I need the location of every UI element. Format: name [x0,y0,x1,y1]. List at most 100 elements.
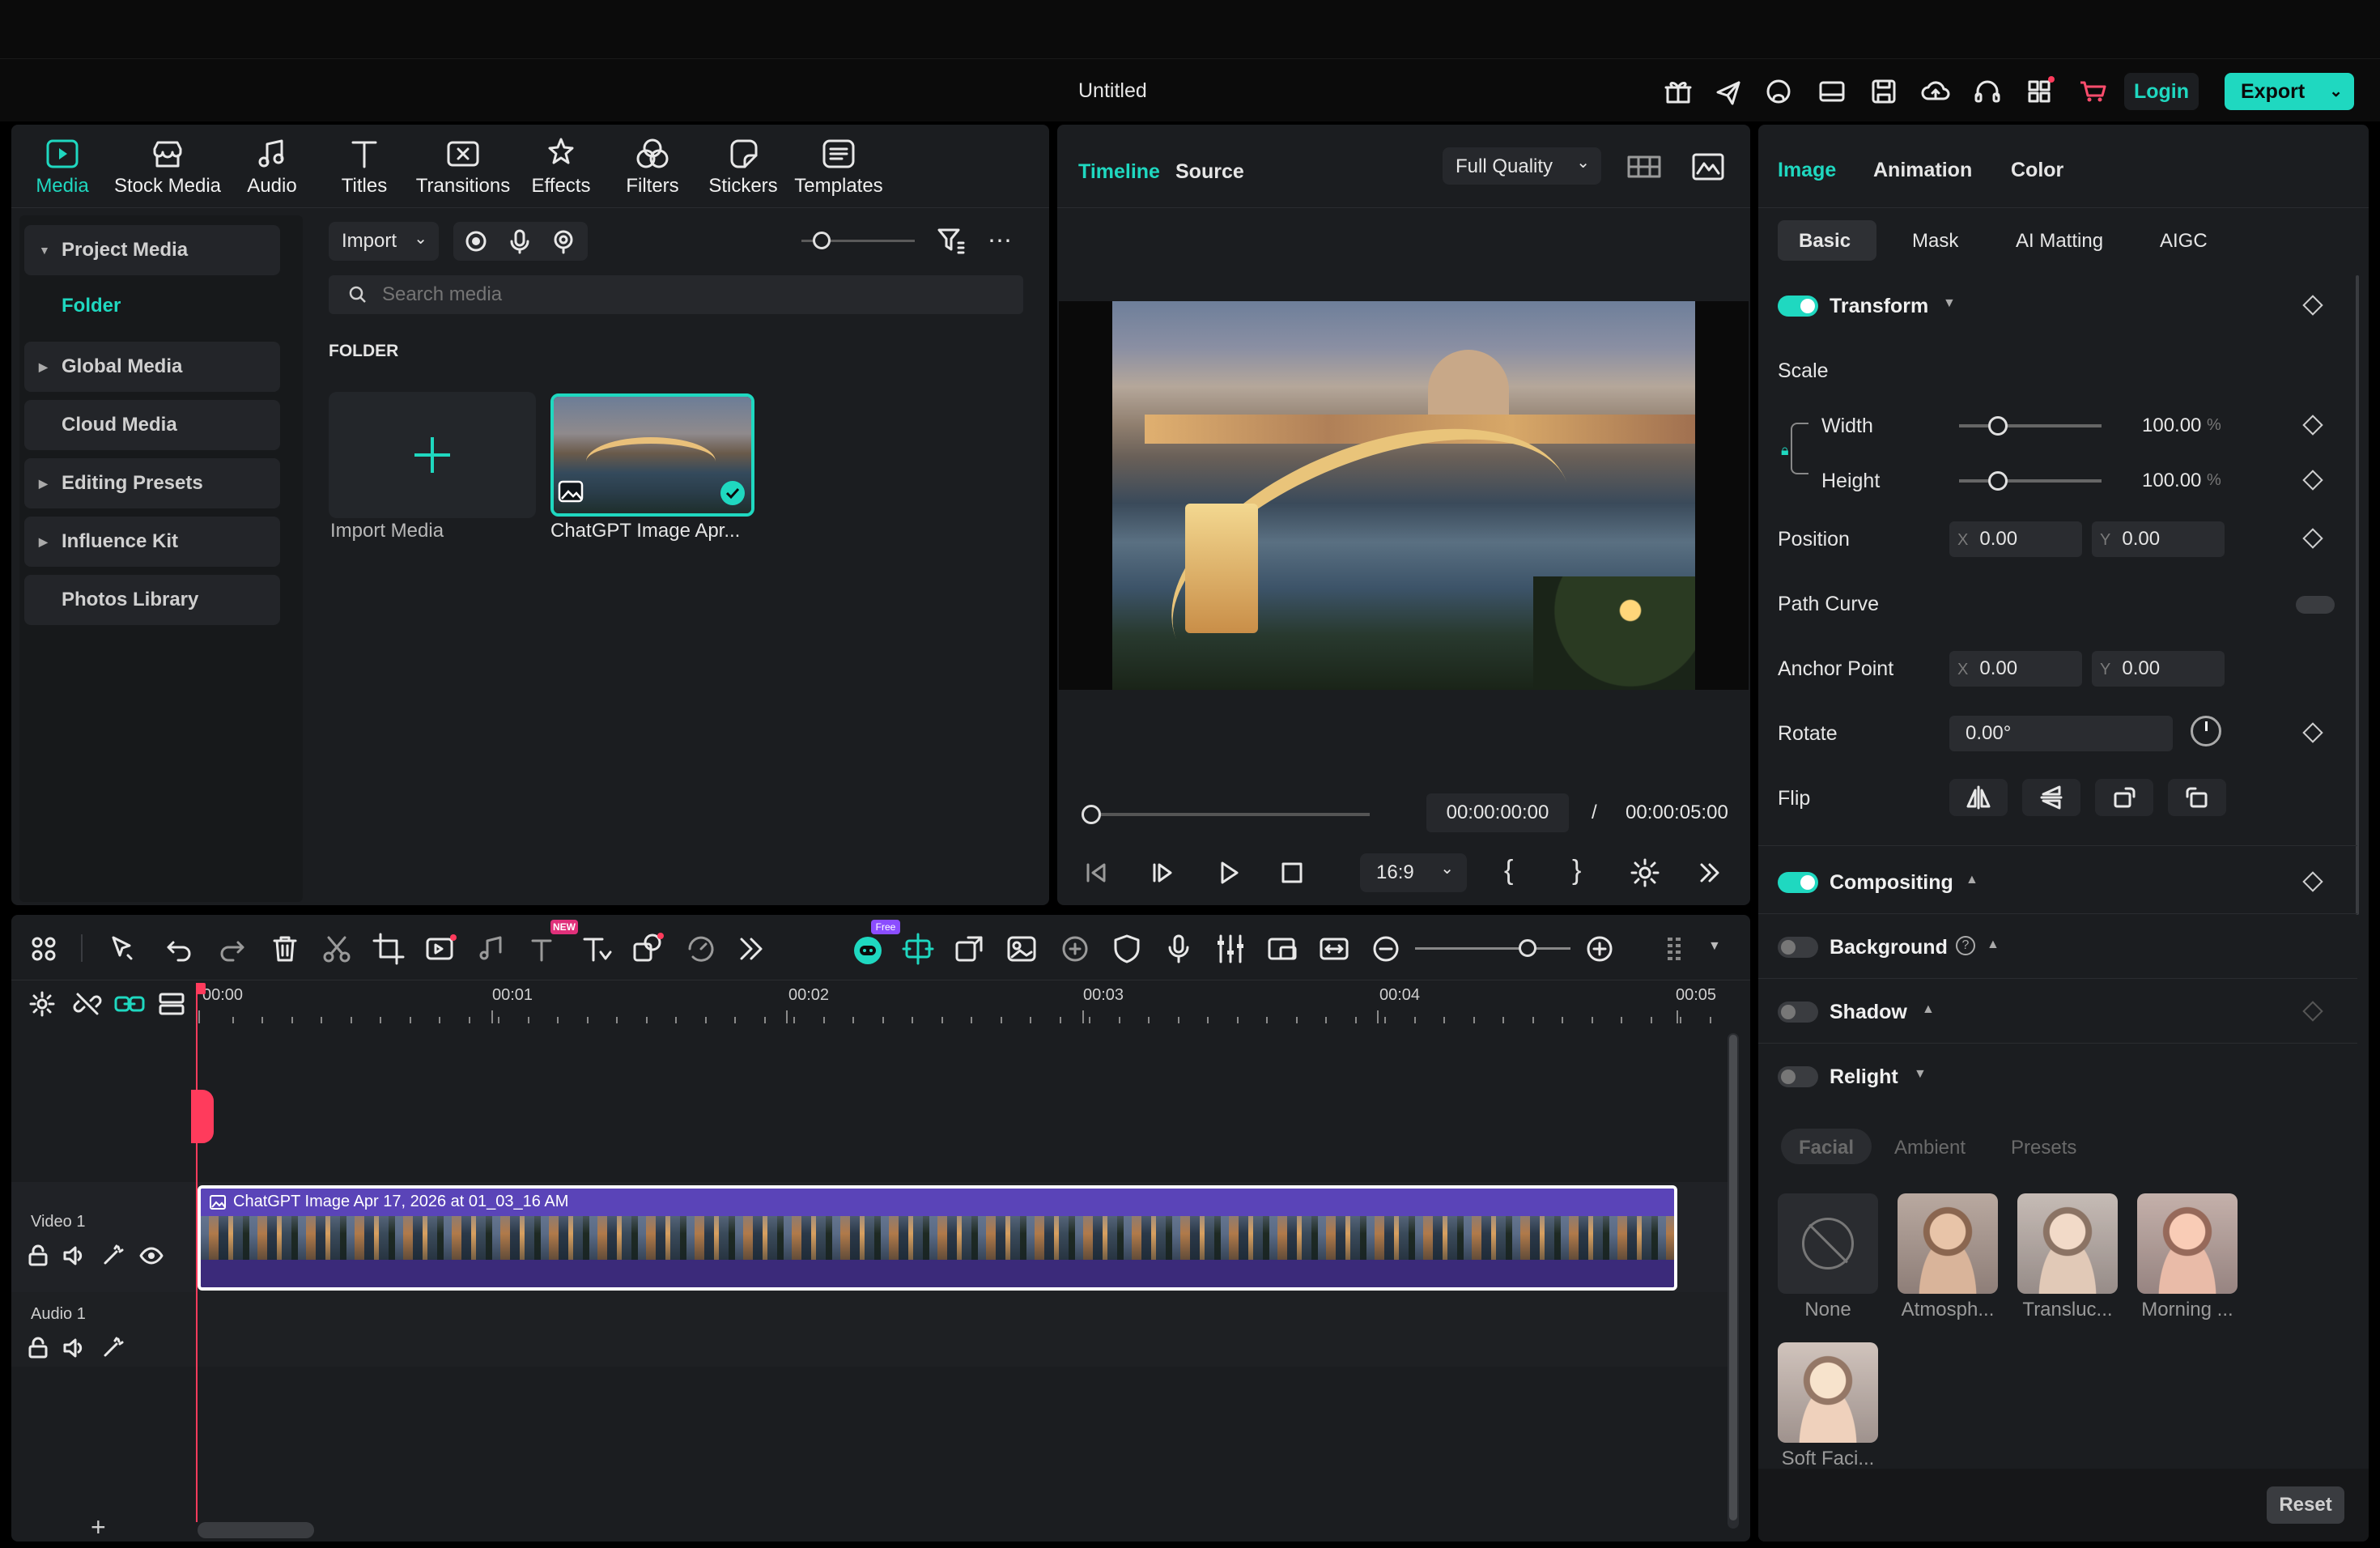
tab-audio[interactable]: Audio [240,134,304,199]
microphone-icon[interactable] [505,227,534,256]
timeline-ruler[interactable] [194,980,1732,1025]
anchor-x-field[interactable]: X 0.00 [1949,651,2082,687]
more-tools-icon[interactable] [733,931,769,967]
filter-icon[interactable] [936,225,967,256]
prev-frame-icon[interactable] [1080,857,1112,889]
rotate-dial-icon[interactable] [2191,716,2221,746]
compositing-toggle[interactable] [1778,872,1818,893]
detach-icon[interactable] [952,931,988,967]
media-clip-thumbnail[interactable] [550,393,754,517]
subtab-aigc[interactable]: AIGC [2160,230,2208,253]
stabilize-icon[interactable] [1057,931,1093,967]
flip-vertical-icon[interactable] [2022,779,2080,816]
current-time[interactable]: 00:00:00:00 [1426,793,1569,832]
horizontal-scrollbar[interactable] [198,1522,314,1538]
shadow-toggle[interactable] [1778,1002,1818,1023]
position-y-field[interactable]: Y 0.00 [2092,521,2225,557]
record-icon[interactable] [461,227,491,256]
relight-tab-facial[interactable]: Facial [1799,1137,1854,1159]
layout-grid-icon[interactable] [26,931,62,967]
tab-titles[interactable]: Titles [330,134,398,199]
height-slider[interactable] [1959,479,2102,483]
caret-up-icon[interactable]: ▲ [1922,1002,1935,1017]
link-icon[interactable] [113,989,146,1019]
mark-in-icon[interactable]: { [1504,855,1513,887]
zoom-in-icon[interactable] [1582,931,1617,967]
sidebar-item-project-media[interactable]: ▼ Project Media [24,225,280,275]
sidebar-item-photos-library[interactable]: Photos Library [24,575,280,625]
path-curve-toggle[interactable] [2296,596,2335,614]
playhead-handle[interactable] [1082,805,1101,824]
crop-icon[interactable] [371,931,406,967]
rotate-right-icon[interactable] [2095,779,2153,816]
subtab-basic[interactable]: Basic [1799,230,1851,253]
mark-out-icon[interactable]: } [1572,855,1581,887]
import-dropdown[interactable]: Import ⌄ [329,222,439,261]
search-box[interactable] [329,275,1023,314]
preset-atmosphere[interactable] [1898,1193,1998,1294]
width-slider-handle[interactable] [1988,416,2008,436]
aspect-ratio-dropdown[interactable]: 16:9 ⌄ [1360,853,1467,892]
add-track-icon[interactable]: + [91,1512,106,1542]
slider-handle[interactable] [813,232,831,249]
subtab-ai-matting[interactable]: AI Matting [2016,230,2103,253]
undo-icon[interactable] [162,931,198,967]
scrollbar[interactable] [2356,275,2359,915]
track-effect-icon[interactable] [100,1244,125,1268]
anchor-y-field[interactable]: Y 0.00 [2092,651,2225,687]
preset-morning[interactable] [2137,1193,2238,1294]
layout-icon[interactable] [1815,74,1849,108]
ai-tool-icon[interactable] [423,931,458,967]
tab-transitions[interactable]: Transitions [413,134,513,199]
relight-toggle[interactable] [1778,1066,1818,1087]
relight-tab-ambient[interactable]: Ambient [1894,1137,1966,1159]
search-input[interactable] [382,280,997,309]
audio-stretch-icon[interactable] [474,931,510,967]
sidebar-item-editing-presets[interactable]: ▶ Editing Presets [24,458,280,508]
grid-view-icon[interactable] [1627,154,1661,180]
quality-dropdown[interactable]: Full Quality ⌄ [1443,147,1601,185]
text-icon[interactable] [578,931,614,967]
track-layout-icon[interactable] [1661,931,1697,967]
auto-reframe-icon[interactable] [900,931,936,967]
redo-icon[interactable] [214,931,249,967]
gift-icon[interactable] [1661,74,1695,108]
apps-grid-icon[interactable] [2022,74,2056,108]
sidebar-item-cloud-media[interactable]: Cloud Media [24,400,280,450]
tab-timeline[interactable]: Timeline [1078,160,1160,184]
timeline-settings-icon[interactable] [28,989,57,1019]
video-canvas[interactable] [1059,301,1749,690]
track-effect-icon[interactable] [100,1336,125,1360]
track-manager-icon[interactable] [157,989,186,1019]
step-forward-icon[interactable] [1146,857,1179,889]
caret-down-icon[interactable]: ▼ [1708,939,1721,954]
speed-icon[interactable] [683,931,719,967]
tab-stickers[interactable]: Stickers [703,134,784,199]
support-icon[interactable] [1762,74,1796,108]
track-lock-icon[interactable] [26,1244,50,1268]
play-icon[interactable] [1213,857,1245,889]
headset-icon[interactable] [1970,74,2004,108]
green-screen-icon[interactable] [1004,931,1039,967]
login-button[interactable]: Login [2124,73,2199,110]
shapes-icon[interactable] [630,931,665,967]
caret-down-icon[interactable]: ▼ [1914,1067,1927,1082]
playhead-snap-handle[interactable] [191,1090,214,1143]
subtab-mask[interactable]: Mask [1912,230,1958,253]
send-icon[interactable] [1711,74,1745,108]
ai-assistant-icon[interactable] [850,931,886,967]
track-volume-icon[interactable] [62,1336,86,1360]
select-tool-icon[interactable] [105,931,141,967]
tab-animation[interactable]: Animation [1873,159,1972,182]
voiceover-mic-icon[interactable] [1161,931,1196,967]
playback-progress[interactable] [1090,813,1370,816]
more-icon[interactable]: ⋯ [988,227,1013,255]
stop-icon[interactable] [1276,857,1308,889]
delete-icon[interactable] [267,931,303,967]
tab-filters[interactable]: Filters [614,134,691,199]
cart-icon[interactable] [2076,74,2110,108]
sidebar-item-influence-kit[interactable]: ▶ Influence Kit [24,517,280,567]
caret-up-icon[interactable]: ▲ [1966,873,1978,887]
help-icon[interactable]: ? [1956,936,1975,955]
pip-icon[interactable] [1264,931,1300,967]
